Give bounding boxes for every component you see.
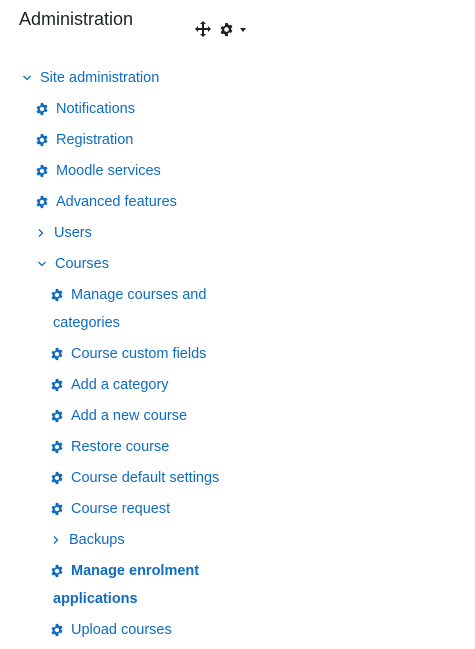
tree-item-courses[interactable]: Courses [37,250,109,278]
tree-item-site-administration[interactable]: Site administration [22,64,159,92]
tree-item-manage-enrolment-applications[interactable]: Manage enrolment [50,557,199,585]
tree-item-label: Advanced features [56,194,177,210]
tree-item-add-a-category[interactable]: Add a category [50,371,169,399]
tree-item-label: Manage enrolment [71,563,200,579]
tree-item-label: Registration [56,132,134,148]
gear-icon [50,378,64,392]
administration-block: Administration Site administration Notif… [0,0,475,649]
tree-item-label: Add a new course [71,408,188,424]
gear-icon [50,347,64,361]
tree-item-label: Backups [69,532,125,548]
gear-icon [50,471,64,485]
gear-icon [50,409,64,423]
tree-item-upload-courses[interactable]: Upload courses [50,616,172,644]
chevron-right-icon [36,228,46,238]
gear-icon [35,164,49,178]
gear-icon [50,288,64,302]
admin-tree: Site administration Notifications Regist… [0,0,475,649]
tree-item-course-default-settings[interactable]: Course default settings [50,464,219,492]
tree-item-label: Site administration [40,70,160,86]
chevron-right-icon [51,535,61,545]
gear-icon [35,195,49,209]
tree-item-label: Users [54,225,92,241]
tree-item-label: Moodle services [56,163,161,179]
tree-item-label-continued[interactable]: categories [53,309,120,337]
gear-icon [50,440,64,454]
chevron-down-icon [37,259,47,269]
tree-item-course-request[interactable]: Course request [50,495,170,523]
tree-item-backups[interactable]: Backups [51,526,125,554]
tree-item-label: Add a category [71,377,169,393]
gear-icon [50,564,64,578]
tree-item-label: Upload courses [71,622,172,638]
gear-icon [35,102,49,116]
gear-icon [50,623,64,637]
gear-icon [35,133,49,147]
tree-item-users[interactable]: Users [36,219,92,247]
tree-item-restore-course[interactable]: Restore course [50,433,169,461]
tree-item-advanced-features[interactable]: Advanced features [35,188,177,216]
tree-item-label-continued[interactable]: applications [53,585,138,613]
tree-item-manage-courses-and-categories[interactable]: Manage courses and [50,281,206,309]
chevron-down-icon [22,73,32,83]
tree-item-label: Course custom fields [71,346,207,362]
tree-item-label: Restore course [71,439,170,455]
tree-item-course-custom-fields[interactable]: Course custom fields [50,340,206,368]
tree-item-add-a-new-course[interactable]: Add a new course [50,402,187,430]
tree-item-notifications[interactable]: Notifications [35,95,135,123]
tree-item-label: Course request [71,501,171,517]
gear-icon [50,502,64,516]
tree-item-moodle-services[interactable]: Moodle services [35,157,161,185]
tree-item-label: Courses [55,256,109,272]
tree-item-label: Notifications [56,101,135,117]
tree-item-label: Course default settings [71,470,220,486]
tree-item-label: Manage courses and [71,287,207,303]
tree-item-registration[interactable]: Registration [35,126,133,154]
